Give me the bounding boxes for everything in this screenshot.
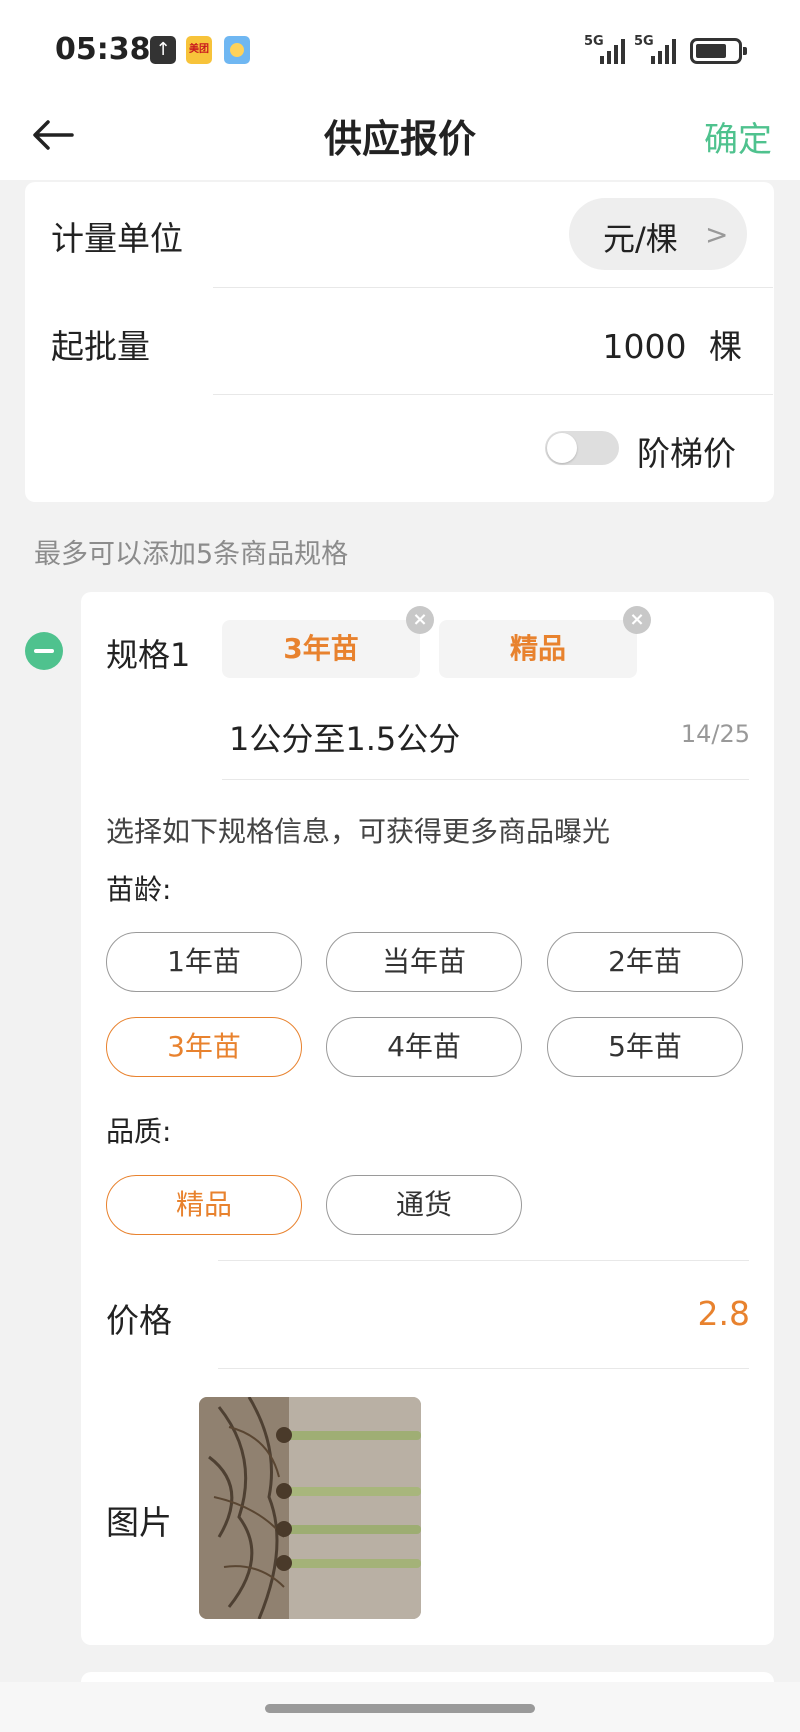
price-input[interactable]: 2.8	[698, 1294, 750, 1333]
battery-icon	[690, 38, 747, 64]
price-label: 价格	[106, 1301, 172, 1340]
unit-selector[interactable]: 元/棵 >	[569, 198, 747, 270]
remove-spec-button[interactable]	[25, 632, 63, 670]
status-time: 05:38	[55, 32, 151, 67]
product-photo[interactable]	[199, 1397, 421, 1619]
close-icon[interactable]: ×	[623, 606, 651, 634]
age-option[interactable]: 5年苗	[547, 1017, 743, 1077]
spec-tag: 精品 ×	[439, 606, 651, 678]
signal-5g-icon-2: 5G	[634, 34, 678, 64]
quality-group-label: 品质:	[106, 1115, 172, 1148]
chevron-right-icon: >	[705, 218, 729, 251]
tier-price-toggle[interactable]	[545, 431, 619, 465]
upload-icon: ↑	[150, 36, 176, 64]
divider	[218, 1368, 749, 1369]
age-option[interactable]: 当年苗	[326, 932, 522, 992]
spec-select-hint: 选择如下规格信息，可获得更多商品曝光	[106, 815, 611, 848]
photo-label: 图片	[106, 1503, 172, 1542]
nav-bar: 供应报价 确定	[0, 90, 800, 180]
tier-price-label: 阶梯价	[637, 434, 736, 473]
status-bar: 05:38 ↑ 美团 5G 5G	[0, 0, 800, 90]
spec-tag-text: 精品	[509, 632, 566, 665]
min-qty-field[interactable]: 1000 棵	[603, 320, 742, 368]
back-arrow-icon[interactable]	[28, 110, 78, 160]
confirm-button[interactable]: 确定	[704, 112, 772, 161]
min-qty-unit: 棵	[709, 327, 742, 366]
basic-info-card: 计量单位 元/棵 > 起批量 1000 棵 阶梯价	[25, 182, 774, 502]
spec-card: 规格1 3年苗 × 精品 × 1公分至1.5公分 14/25 选择如下规格信息，…	[81, 592, 774, 1645]
spec-label: 规格1	[106, 636, 191, 674]
quality-option-selected[interactable]: 精品	[106, 1175, 302, 1235]
weather-icon	[224, 36, 250, 64]
close-icon[interactable]: ×	[406, 606, 434, 634]
divider	[213, 394, 773, 395]
age-group-label: 苗龄:	[106, 873, 172, 906]
unit-label: 计量单位	[51, 219, 183, 258]
spec-tag-text: 3年苗	[283, 632, 359, 665]
divider	[213, 287, 773, 288]
min-qty-value: 1000	[602, 327, 687, 366]
age-option-selected[interactable]: 3年苗	[106, 1017, 302, 1077]
spec-name-input[interactable]: 1公分至1.5公分	[229, 714, 460, 760]
home-indicator[interactable]	[265, 1704, 535, 1713]
meituan-app-icon: 美团	[186, 36, 212, 64]
age-option[interactable]: 1年苗	[106, 932, 302, 992]
page-title: 供应报价	[323, 117, 476, 161]
spec-name-counter: 14/25	[680, 720, 750, 748]
toggle-knob	[547, 433, 577, 463]
spec-limit-hint: 最多可以添加5条商品规格	[34, 539, 349, 570]
divider	[218, 1260, 749, 1261]
age-option[interactable]: 4年苗	[326, 1017, 522, 1077]
min-qty-label: 起批量	[51, 327, 150, 366]
quality-option[interactable]: 通货	[326, 1175, 522, 1235]
signal-5g-icon: 5G	[584, 34, 626, 64]
spec-tag: 3年苗 ×	[222, 606, 434, 678]
unit-value: 元/棵	[603, 220, 678, 258]
divider	[222, 779, 749, 780]
age-option[interactable]: 2年苗	[547, 932, 743, 992]
